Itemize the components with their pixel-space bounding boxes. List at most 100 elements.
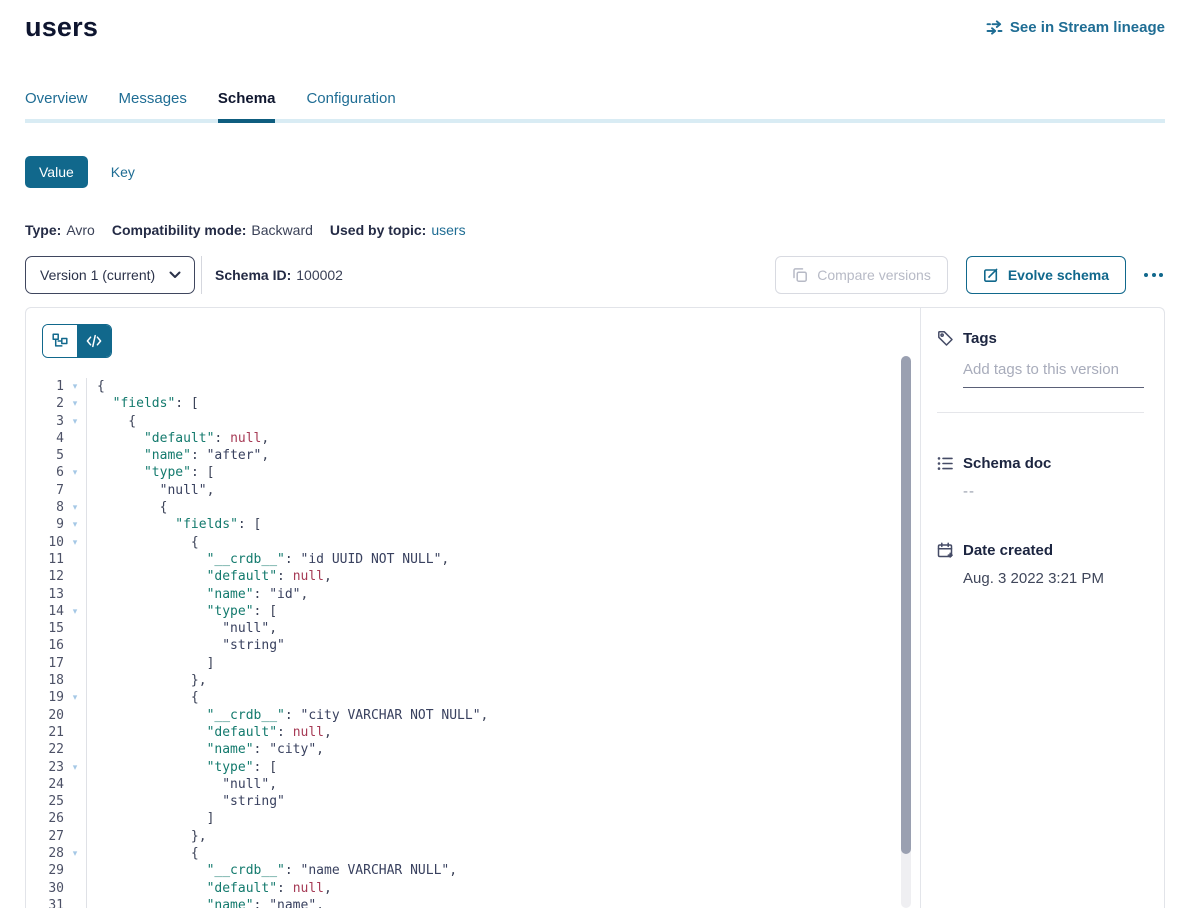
line-number: 8 bbox=[34, 499, 64, 516]
line-number: 15 bbox=[34, 620, 64, 637]
line-number: 29 bbox=[34, 862, 64, 879]
gutter: 19▾ bbox=[34, 689, 87, 706]
code-text: "name": "name", bbox=[87, 897, 324, 908]
page-header: users See in Stream lineage bbox=[25, 12, 1165, 43]
code-text: "__crdb__": "id UUID NOT NULL", bbox=[87, 551, 449, 568]
date-created-section: Date created Aug. 3 2022 3:21 PM bbox=[937, 542, 1144, 587]
editor-scrollbar-thumb[interactable] bbox=[901, 356, 911, 854]
gutter: 4 bbox=[34, 430, 87, 447]
fold-spacer bbox=[64, 672, 86, 689]
schema-id: Schema ID: 100002 bbox=[215, 267, 343, 283]
fold-arrow-icon[interactable]: ▾ bbox=[64, 378, 86, 395]
fold-spacer bbox=[64, 707, 86, 724]
code-line: 5 "name": "after", bbox=[34, 447, 920, 464]
code-line: 26 ] bbox=[34, 810, 920, 827]
gutter: 29 bbox=[34, 862, 87, 879]
tab-schema[interactable]: Schema bbox=[218, 90, 276, 123]
line-number: 11 bbox=[34, 551, 64, 568]
fold-arrow-icon[interactable]: ▾ bbox=[64, 689, 86, 706]
tags-input[interactable] bbox=[963, 361, 1144, 388]
date-created-title: Date created bbox=[963, 542, 1053, 559]
fold-arrow-icon[interactable]: ▾ bbox=[64, 516, 86, 533]
value-key-toggle: Value Key bbox=[25, 156, 1165, 188]
fold-arrow-icon[interactable]: ▾ bbox=[64, 534, 86, 551]
evolve-schema-label: Evolve schema bbox=[1008, 267, 1109, 283]
tree-view-button[interactable] bbox=[43, 325, 77, 357]
fold-spacer bbox=[64, 430, 86, 447]
gutter: 7 bbox=[34, 482, 87, 499]
code-view-button[interactable] bbox=[77, 325, 111, 357]
fold-spacer bbox=[64, 828, 86, 845]
type-value: Avro bbox=[66, 222, 95, 238]
compare-versions-button[interactable]: Compare versions bbox=[775, 256, 948, 294]
gutter: 27 bbox=[34, 828, 87, 845]
fold-arrow-icon[interactable]: ▾ bbox=[64, 395, 86, 412]
line-number: 7 bbox=[34, 482, 64, 499]
gutter: 23▾ bbox=[34, 759, 87, 776]
tab-overview[interactable]: Overview bbox=[25, 90, 88, 123]
line-number: 27 bbox=[34, 828, 64, 845]
schema-page: users See in Stream lineage Overview Mes… bbox=[0, 0, 1189, 916]
gutter: 25 bbox=[34, 793, 87, 810]
line-number: 24 bbox=[34, 776, 64, 793]
gutter: 18 bbox=[34, 672, 87, 689]
evolve-schema-button[interactable]: Evolve schema bbox=[966, 256, 1126, 294]
tab-configuration[interactable]: Configuration bbox=[306, 90, 395, 123]
code-line: 13 "name": "id", bbox=[34, 586, 920, 603]
tags-header: Tags bbox=[937, 330, 1144, 347]
fold-arrow-icon[interactable]: ▾ bbox=[64, 413, 86, 430]
code-text: "default": null, bbox=[87, 568, 332, 585]
editor-scrollbar[interactable] bbox=[901, 356, 911, 908]
code-text: }, bbox=[87, 828, 207, 845]
code-text: "fields": [ bbox=[87, 395, 199, 412]
fold-spacer bbox=[64, 655, 86, 672]
tab-messages[interactable]: Messages bbox=[119, 90, 187, 123]
line-number: 18 bbox=[34, 672, 64, 689]
code-lines: 1▾{2▾ "fields": [3▾ {4 "default": null,5… bbox=[34, 378, 920, 908]
code-text: "name": "id", bbox=[87, 586, 308, 603]
fold-arrow-icon[interactable]: ▾ bbox=[64, 845, 86, 862]
fold-arrow-icon[interactable]: ▾ bbox=[64, 499, 86, 516]
fold-arrow-icon[interactable]: ▾ bbox=[64, 464, 86, 481]
gutter: 14▾ bbox=[34, 603, 87, 620]
more-options-button[interactable] bbox=[1142, 267, 1165, 283]
gutter: 16 bbox=[34, 637, 87, 654]
date-created-value: Aug. 3 2022 3:21 PM bbox=[963, 570, 1144, 587]
line-number: 2 bbox=[34, 395, 64, 412]
fold-arrow-icon[interactable]: ▾ bbox=[64, 759, 86, 776]
gutter: 22 bbox=[34, 741, 87, 758]
line-number: 30 bbox=[34, 880, 64, 897]
version-select[interactable]: Version 1 (current) bbox=[25, 256, 195, 294]
stream-lineage-link[interactable]: See in Stream lineage bbox=[986, 19, 1165, 36]
schema-doc-title: Schema doc bbox=[963, 455, 1051, 472]
key-toggle-button[interactable]: Key bbox=[111, 164, 135, 180]
line-number: 28 bbox=[34, 845, 64, 862]
compatibility-value: Backward bbox=[251, 222, 312, 238]
schema-doc-header: Schema doc bbox=[937, 455, 1144, 472]
gutter: 6▾ bbox=[34, 464, 87, 481]
topic-link[interactable]: users bbox=[431, 222, 465, 238]
code-text: "string" bbox=[87, 637, 285, 654]
schema-actions: Compare versions Evolve schema bbox=[775, 256, 1165, 294]
line-number: 20 bbox=[34, 707, 64, 724]
compatibility-meta: Compatibility mode: Backward bbox=[112, 222, 313, 238]
fold-spacer bbox=[64, 551, 86, 568]
code-line: 2▾ "fields": [ bbox=[34, 395, 920, 412]
gutter: 20 bbox=[34, 707, 87, 724]
line-number: 5 bbox=[34, 447, 64, 464]
code-line: 7 "null", bbox=[34, 482, 920, 499]
fold-spacer bbox=[64, 880, 86, 897]
line-number: 21 bbox=[34, 724, 64, 741]
code-line: 17 ] bbox=[34, 655, 920, 672]
gutter: 24 bbox=[34, 776, 87, 793]
fold-spacer bbox=[64, 810, 86, 827]
value-toggle-button[interactable]: Value bbox=[25, 156, 88, 188]
fold-spacer bbox=[64, 776, 86, 793]
fold-spacer bbox=[64, 482, 86, 499]
fold-arrow-icon[interactable]: ▾ bbox=[64, 603, 86, 620]
code-view-icon bbox=[86, 334, 102, 348]
code-text: "type": [ bbox=[87, 464, 214, 481]
compare-versions-label: Compare versions bbox=[817, 267, 931, 283]
tags-section: Tags bbox=[937, 330, 1144, 413]
code-text: ] bbox=[87, 810, 214, 827]
